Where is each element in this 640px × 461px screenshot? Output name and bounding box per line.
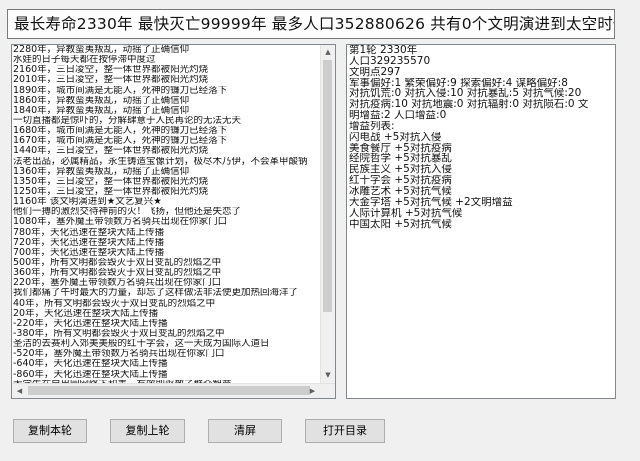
info-line: 经院哲学 +5对抗暴乱 bbox=[349, 153, 452, 165]
log-line: 360年，所有文明都会毁灭于双日变乱的烈焰之中 bbox=[13, 268, 222, 279]
log-line: 2010年，三日凌空，整一体世界都被阳光灼烧 bbox=[13, 75, 209, 86]
log-line: 20年，天化迅速在整块大陆上传播 bbox=[13, 308, 159, 319]
log-line: 40年，所有文明都会毁灭于双日变乱的烈焰之中 bbox=[13, 298, 216, 309]
log-line: 700年，天化迅速在整块大陆上传播 bbox=[13, 247, 165, 258]
info-line: 明增益:2 人口增益:0 bbox=[349, 110, 447, 121]
log-line: 1160年 该文明演进到★文艺复兴★ bbox=[13, 197, 162, 208]
log-line: 1840年，异教蛮夷叛乱，动摇了正确信仰 bbox=[13, 105, 190, 116]
info-line: 军事偏好:1 繁荣偏好:9 探索偏好:4 谋略偏好:8 bbox=[349, 77, 568, 89]
event-log-textbox[interactable]: 2280年，异教蛮夷叛乱，动摇了正确信仰 水娃的日子每天都在按停滞中度过 2160年… bbox=[11, 44, 336, 399]
horizontal-scrollbar[interactable]: ◀ ▶ bbox=[12, 383, 335, 398]
info-line: 对抗饥荒:0 对抗入侵:10 对抗暴乱:5 对抗气候:20 bbox=[349, 88, 582, 100]
info-line: 中国太阳 +5对抗气候 bbox=[349, 218, 452, 230]
log-line: 1360年，异教蛮夷叛乱，动摇了正确信仰 bbox=[13, 166, 190, 177]
log-line: 1440年，三日凌空，整一体世界都被阳光灼烧 bbox=[13, 146, 209, 157]
civilization-info-content: 第1轮 2330年 人口329235570 文明点297 军事偏好:1 繁荣偏好:9 … bbox=[349, 45, 615, 229]
log-line: -520年，塞外魔王带领数万名骑兵出现在你家门口 bbox=[13, 349, 225, 360]
info-line: 冰雕艺术 +5对抗气候 bbox=[349, 185, 452, 197]
log-line: 2160年，三日凌空，整一体世界都被阳光灼烧 bbox=[13, 65, 209, 76]
info-line: 大金字塔 +5对抗气候 +2文明增益 bbox=[349, 196, 513, 208]
log-line: 一切直播都是惊吓的，分解肆意于人民再论的无法无天 bbox=[13, 115, 242, 126]
horizontal-scroll-thumb[interactable] bbox=[28, 386, 310, 395]
info-line: 人口329235570 bbox=[349, 55, 431, 67]
log-line: 780年，天化迅速在整块大陆上传播 bbox=[13, 227, 165, 238]
info-line: 红十字会 +5对抗疫病 bbox=[349, 175, 452, 186]
scroll-left-icon[interactable]: ◀ bbox=[12, 384, 27, 398]
log-line: 500年，所有文明都会毁灭于双日变乱的烈焰之中 bbox=[13, 257, 222, 268]
copy-current-round-button[interactable]: 复制本轮 bbox=[13, 419, 87, 443]
log-line: 法老出品，必属精品，永生铸造宝像计划，极尽木乃伊，不会革甲酸钠 bbox=[13, 156, 308, 167]
info-line: 对抗疫病:10 对抗地震:0 对抗辐射:0 对抗陨石:0 文 bbox=[349, 99, 589, 111]
vertical-scroll-thumb[interactable] bbox=[323, 60, 332, 312]
log-line: -380年，所有文明都会毁灭于双日变乱的烈焰之中 bbox=[13, 328, 225, 339]
info-line: 增益列表: bbox=[349, 120, 395, 132]
log-line: 1670年，城市间满是无能人，死神的镰刀已经落下 bbox=[13, 136, 228, 147]
log-line: 220年，塞外魔王带领数万名骑兵出现在你家门口 bbox=[13, 278, 222, 289]
copy-previous-round-button[interactable]: 复制上轮 bbox=[110, 419, 185, 443]
log-line: -860年，天化迅速在整块大陆上传播 bbox=[13, 369, 168, 380]
open-directory-button[interactable]: 打开目录 bbox=[305, 419, 385, 443]
info-line: 闪电战 +5对抗入侵 bbox=[349, 131, 442, 143]
info-line: 美食餐厅 +5对抗疫病 bbox=[349, 142, 452, 154]
log-line: 1860年，异教蛮夷叛乱，动摇了正确信仰 bbox=[13, 95, 190, 106]
info-line: 民族主义 +5对抗入侵 bbox=[349, 164, 452, 176]
info-line: 第1轮 2330年 bbox=[349, 45, 418, 56]
log-line: 他们一搏的激烈交待神前的火！飞扬，但他还是失恋了 bbox=[13, 207, 242, 218]
scroll-up-icon[interactable]: ▲ bbox=[321, 45, 335, 60]
log-line: 2280年，异教蛮夷叛乱，动摇了正确信仰 bbox=[13, 45, 190, 55]
log-line: 1250年，三日凌空，整一体世界都被阳光灼烧 bbox=[13, 186, 209, 197]
log-line: 水娃的日子每天都在按停滞中度过 bbox=[13, 55, 156, 66]
log-line: 圣洁的去赛利入郊美美般的红十字会，这一天成为国际人道日 bbox=[13, 339, 270, 350]
vertical-scrollbar[interactable]: ▲ ▼ bbox=[320, 45, 335, 398]
info-line: 文明点297 bbox=[349, 66, 401, 78]
log-line: 1080年，塞外魔王带领数万名骑兵出现在你家门口 bbox=[13, 217, 228, 228]
stats-summary-field[interactable]: 最长寿命2330年 最快灭亡99999年 最多人口352880626 共有0个文… bbox=[7, 9, 615, 39]
log-line: 1890年，城市间满是无能人，死神的镰刀已经落下 bbox=[13, 85, 228, 96]
log-line: -640年，天化迅速在整块大陆上传播 bbox=[13, 359, 168, 370]
log-line: 720年，天化迅速在整块大陆上传播 bbox=[13, 237, 165, 248]
scroll-right-icon[interactable]: ▶ bbox=[305, 384, 320, 398]
log-line: 我们都痛了午时最大的力量，却忘了这样做法非法使更加热回海洋了 bbox=[13, 288, 299, 299]
scroll-down-icon[interactable]: ▼ bbox=[321, 368, 335, 383]
info-line: 人际计算机 +5对抗气候 bbox=[349, 207, 463, 219]
clear-screen-button[interactable]: 清屏 bbox=[208, 419, 282, 443]
log-line: -220年，天化迅速在整块大陆上传播 bbox=[13, 318, 168, 329]
log-line: 1350年，三日凌空，整一体世界都被阳光灼烧 bbox=[13, 176, 209, 187]
event-log-content: 2280年，异教蛮夷叛乱，动摇了正确信仰 水娃的日子每天都在按停滞中度过 2160年… bbox=[13, 45, 321, 398]
log-line: 1680年，城市间满是无能人，死神的镰刀已经落下 bbox=[13, 126, 228, 137]
civilization-info-textbox[interactable]: 第1轮 2330年 人口329235570 文明点297 军事偏好:1 繁荣偏好:9 … bbox=[346, 44, 616, 399]
